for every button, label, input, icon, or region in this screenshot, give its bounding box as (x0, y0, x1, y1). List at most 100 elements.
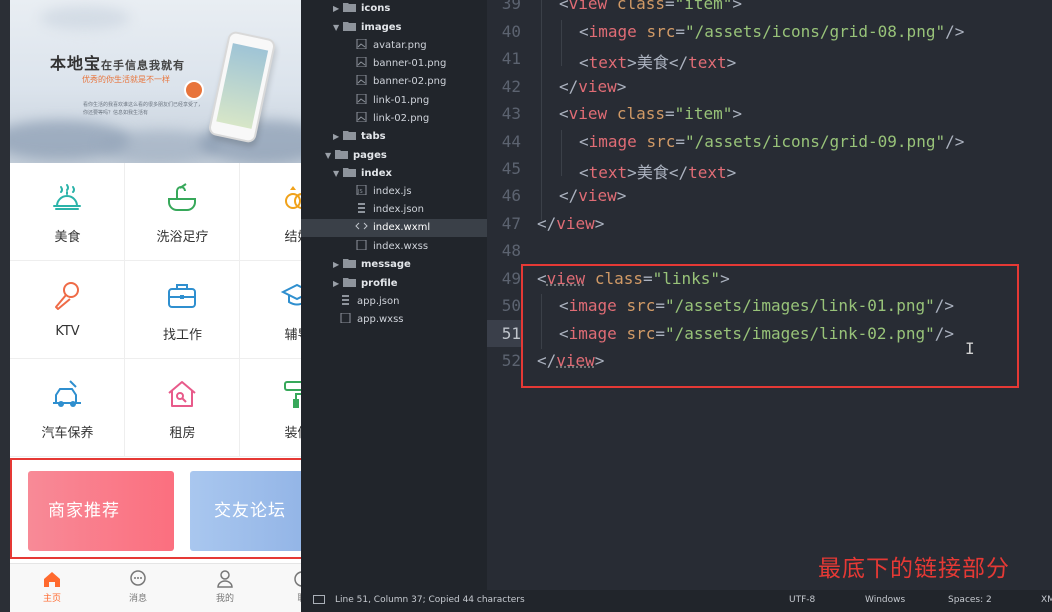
banner-image[interactable]: 本地宝在手信息我就有 优秀的你生活就是不一样 看你生活的我喜欢谁这么看的很多朋友… (10, 0, 301, 163)
grid-item-bath[interactable]: 洗浴足疗 (125, 163, 240, 261)
image-file-icon (355, 94, 368, 104)
grid-label: KTV (10, 324, 125, 339)
file-tree: ▶ icons ▼ images avatar.png banner-01.png … (301, 0, 487, 590)
paint-roller-icon (280, 377, 301, 411)
grid-item-ktv[interactable]: KTV (10, 261, 125, 359)
code-line: </view> (559, 186, 626, 205)
status-position: Line 51, Column 37; Copied 44 characters (335, 595, 525, 605)
tree-folder-message[interactable]: ▶ message (333, 256, 411, 274)
bath-tub-icon (165, 181, 199, 215)
tree-file-link-02[interactable]: link-02.png (355, 110, 429, 128)
status-line-endings[interactable]: Windows (865, 595, 905, 605)
code-line: <text>美食</text> (579, 49, 736, 73)
user-icon (215, 570, 235, 588)
tab-messages[interactable]: 消息 (108, 570, 168, 604)
grid-label: 汽车保养 (10, 422, 125, 441)
line-number: 41 (487, 49, 521, 68)
tree-folder-icons[interactable]: ▶ icons (333, 0, 390, 18)
home-icon (42, 570, 62, 588)
code-line: <view class="item"> (559, 104, 742, 123)
grid-label: 结婚 (240, 226, 301, 245)
line-number: 50 (487, 296, 521, 315)
code-line: <image src="/assets/icons/grid-08.png"/> (579, 22, 964, 41)
grid-label: 装修 (240, 422, 301, 441)
tree-file-app-wxss[interactable]: app.wxss (339, 311, 404, 329)
tree-file-index-wxss[interactable]: index.wxss (355, 238, 428, 256)
tab-home[interactable]: 主页 (22, 570, 82, 604)
line-number: 52 (487, 351, 521, 370)
grid-label: 美食 (10, 226, 125, 245)
file-icon (339, 313, 352, 323)
line-number: 47 (487, 214, 521, 233)
status-bar: Line 51, Column 37; Copied 44 characters… (301, 590, 1052, 612)
grid-item-wedding[interactable]: 结婚 (240, 163, 301, 261)
tree-file-index-wxml[interactable]: index.wxml (301, 219, 487, 237)
wedding-rings-icon (280, 181, 301, 215)
tree-file-banner-02[interactable]: banner-02.png (355, 73, 446, 91)
banner-title: 本地宝在手信息我就有 (50, 50, 185, 74)
grid-item-tutor[interactable]: 辅导 (240, 261, 301, 359)
folder-icon (343, 130, 356, 140)
js-file-icon: JS (355, 185, 368, 195)
line-number: 48 (487, 241, 521, 260)
tree-file-index-js[interactable]: JS index.js (355, 183, 412, 201)
chevron-right-icon: ▶ (333, 256, 343, 274)
grid-label: 租房 (125, 422, 240, 441)
line-number: 49 (487, 269, 521, 288)
grid-item-car[interactable]: 汽车保养 (10, 359, 125, 457)
code-line: <image src="/assets/icons/grid-09.png"/> (579, 132, 964, 151)
banner-note: 看你生活的我喜欢谁这么看的很多朋友们已经享受了，你还要等吗？信息如我生活有 (83, 101, 203, 117)
tree-file-banner-01[interactable]: banner-01.png (355, 55, 446, 73)
tree-folder-pages[interactable]: ▼ pages (325, 147, 387, 165)
graduation-cap-icon (280, 279, 301, 313)
code-line: <text>美食</text> (579, 159, 736, 183)
tree-file-index-json[interactable]: index.json (355, 201, 424, 219)
grid-item-job[interactable]: 找工作 (125, 261, 240, 359)
tree-file-app-json[interactable]: app.json (339, 293, 399, 311)
status-syntax[interactable]: XM (1041, 595, 1052, 605)
grid-item-decor[interactable]: 装修 (240, 359, 301, 457)
image-file-icon (355, 112, 368, 122)
links-highlight-box (10, 458, 337, 559)
tree-folder-tabs[interactable]: ▶ tabs (333, 128, 386, 146)
tab-label: 主页 (43, 594, 61, 604)
grid-label: 找工作 (125, 324, 240, 343)
chevron-down-icon: ▼ (333, 165, 343, 183)
tree-file-link-01[interactable]: link-01.png (355, 92, 429, 110)
folder-open-icon (335, 149, 348, 159)
chevron-right-icon: ▶ (333, 128, 343, 146)
chevron-right-icon: ▶ (333, 0, 343, 18)
line-number: 44 (487, 132, 521, 151)
grid-item-food[interactable]: 美食 (10, 163, 125, 261)
line-number-current: 51 (487, 324, 521, 343)
tree-file-avatar[interactable]: avatar.png (355, 37, 427, 55)
code-line: <view class="item"> (559, 0, 742, 13)
chevron-down-icon: ▼ (333, 19, 343, 37)
code-file-icon (355, 221, 368, 231)
status-indent[interactable]: Spaces: 2 (948, 595, 992, 605)
line-number: 45 (487, 159, 521, 178)
grid-label: 洗浴足疗 (125, 226, 240, 245)
grid-item-rent[interactable]: 租房 (125, 359, 240, 457)
tree-folder-images[interactable]: ▼ images (333, 19, 402, 37)
status-encoding[interactable]: UTF-8 (789, 595, 815, 605)
folder-open-icon (343, 21, 356, 31)
tab-contact[interactable]: 联 (272, 570, 301, 604)
code-highlight-box (521, 264, 1019, 388)
panel-toggle-icon[interactable] (313, 595, 325, 604)
line-number: 39 (487, 0, 521, 13)
json-file-icon (355, 203, 368, 213)
line-number: 43 (487, 104, 521, 123)
tab-bar: 主页 消息 我的 联 (10, 563, 301, 612)
tab-profile[interactable]: 我的 (195, 570, 255, 604)
tab-label: 我的 (216, 594, 234, 604)
svg-text:JS: JS (357, 189, 363, 195)
code-line: </view> (537, 214, 604, 233)
tree-folder-profile[interactable]: ▶ profile (333, 275, 398, 293)
house-key-icon (165, 377, 199, 411)
microphone-icon (50, 279, 84, 313)
tree-folder-index[interactable]: ▼ index (333, 165, 392, 183)
text-cursor-icon: I (965, 339, 975, 358)
json-file-icon (339, 295, 352, 305)
image-file-icon (355, 75, 368, 85)
